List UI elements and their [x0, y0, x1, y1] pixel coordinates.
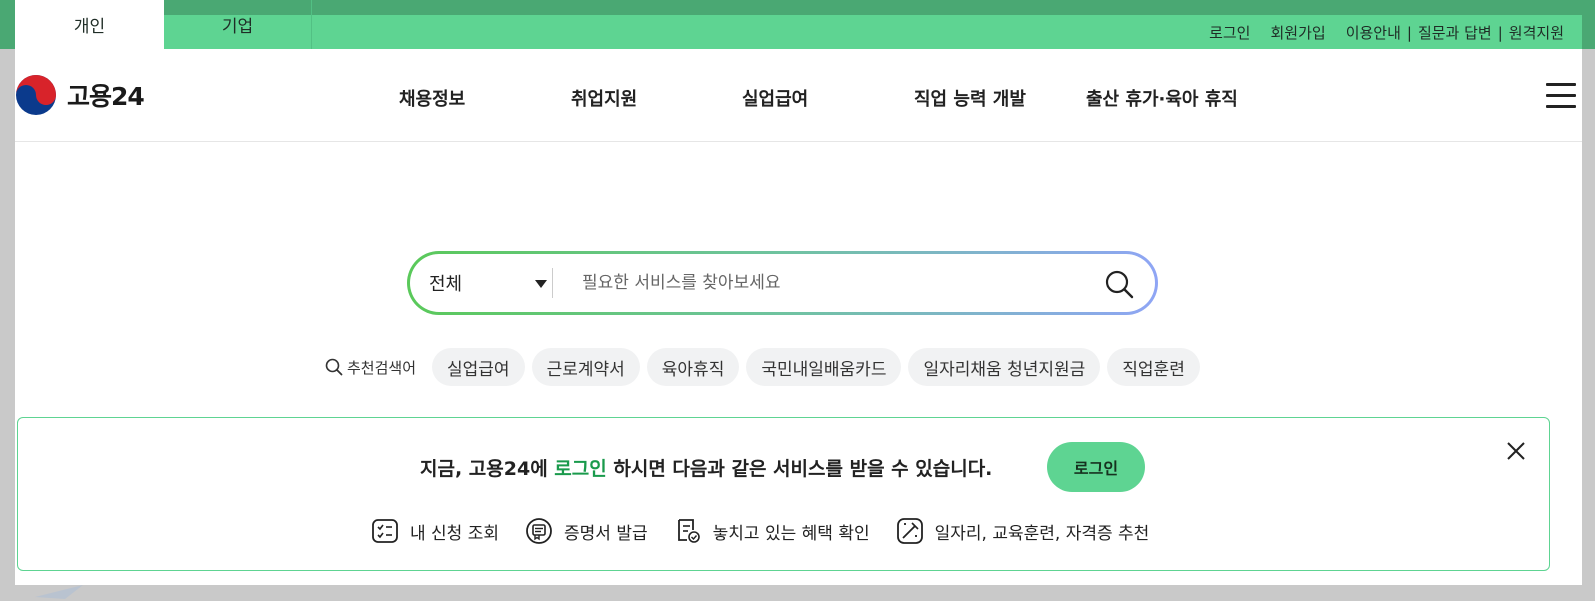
logo-text: 고용24 — [67, 82, 145, 111]
nav-item-unemployment-benefit[interactable]: 실업급여 — [742, 85, 808, 111]
document-check-icon — [677, 519, 700, 543]
utility-links: 로그인 회원가입 이용안내 | 질문과 답변 | 원격지원 — [1189, 15, 1564, 49]
separator: | — [1406, 23, 1412, 42]
nav-item-employment-support[interactable]: 취업지원 — [571, 85, 637, 111]
certificate-icon — [526, 518, 552, 544]
search-scope-value: 전체 — [429, 274, 463, 295]
page: 개인 기업 로그인 회원가입 이용안내 | 질문과 답변 | 원격지원 고용24 채용정… — [15, 0, 1582, 585]
service-list: 내 신청 조회 증명서 발급 놓치고 있는 혜택 확인 일자리, 교육훈련, 자… — [371, 517, 1175, 545]
logo[interactable]: 고용24 — [15, 73, 145, 117]
keyword-chip[interactable]: 육아휴직 — [646, 348, 740, 386]
paper-plane-icon — [35, 585, 83, 599]
service-recommendations[interactable]: 일자리, 교육훈련, 자격증 추천 — [896, 517, 1150, 545]
login-link[interactable]: 로그인 — [1209, 22, 1250, 43]
service-label: 증명서 발급 — [564, 523, 648, 544]
login-banner: 지금, 고용24에 로그인 하시면 다음과 같은 서비스를 받을 수 있습니다.… — [17, 417, 1550, 571]
nav-item-skills-development[interactable]: 직업 능력 개발 — [914, 85, 1026, 111]
service-certificate[interactable]: 증명서 발급 — [525, 517, 648, 545]
help-link-group: 이용안내 | 질문과 답변 | 원격지원 — [1346, 22, 1564, 43]
divider — [552, 268, 553, 298]
hamburger-icon[interactable] — [1546, 83, 1576, 109]
recommended-label: 추천검색어 — [325, 357, 416, 378]
header: 고용24 채용정보 취업지원 실업급여 직업 능력 개발 출산 휴가·육아 휴직 — [15, 49, 1582, 142]
search-small-icon — [325, 358, 343, 376]
nav-item-parental-leave[interactable]: 출산 휴가·육아 휴직 — [1086, 85, 1238, 111]
checklist-icon — [372, 519, 398, 543]
signup-link[interactable]: 회원가입 — [1270, 22, 1325, 43]
banner-message: 지금, 고용24에 로그인 하시면 다음과 같은 서비스를 받을 수 있습니다. — [420, 454, 992, 481]
magic-wand-icon — [896, 518, 923, 544]
nav-item-jobs[interactable]: 채용정보 — [399, 85, 465, 111]
banner-message-suffix: 하시면 다음과 같은 서비스를 받을 수 있습니다. — [606, 458, 993, 480]
close-icon[interactable] — [1505, 440, 1527, 462]
keyword-chip[interactable]: 근로계약서 — [531, 348, 640, 386]
outer-left-band — [0, 15, 15, 49]
service-missed-benefits[interactable]: 놓치고 있는 혜택 확인 — [674, 517, 870, 545]
qna-link[interactable]: 질문과 답변 — [1418, 24, 1492, 42]
banner-login-button[interactable]: 로그인 — [1047, 442, 1145, 492]
keyword-chip[interactable]: 일자리채움 청년지원금 — [908, 348, 1101, 386]
tab-personal[interactable]: 개인 — [15, 0, 164, 49]
banner-message-highlight: 로그인 — [554, 458, 607, 480]
guide-link[interactable]: 이용안내 — [1346, 24, 1401, 42]
recommended-keywords: 추천검색어 실업급여 근로계약서 육아휴직 국민내일배움카드 일자리채움 청년지… — [325, 348, 1207, 386]
keyword-chip[interactable]: 직업훈련 — [1107, 348, 1200, 386]
search-input[interactable] — [582, 268, 1082, 298]
right-overlay-strip — [1582, 0, 1595, 601]
keyword-chip[interactable]: 국민내일배움카드 — [746, 348, 902, 386]
search-scope-select[interactable]: 전체 — [429, 254, 553, 312]
remote-support-link[interactable]: 원격지원 — [1509, 24, 1564, 42]
tab-business[interactable]: 기업 — [164, 0, 312, 49]
taegeuk-emblem-icon — [16, 75, 56, 115]
service-label: 일자리, 교육훈련, 자격증 추천 — [934, 523, 1150, 544]
service-my-applications[interactable]: 내 신청 조회 — [371, 517, 499, 545]
service-label: 내 신청 조회 — [410, 523, 500, 544]
search-icon[interactable] — [1103, 268, 1135, 300]
caret-down-icon — [535, 280, 547, 288]
utility-bar: 개인 기업 로그인 회원가입 이용안내 | 질문과 답변 | 원격지원 — [15, 0, 1582, 49]
search-bar: 전체 — [407, 251, 1158, 315]
separator: | — [1497, 23, 1503, 42]
service-label: 놓치고 있는 혜택 확인 — [712, 523, 870, 544]
keyword-chip[interactable]: 실업급여 — [432, 348, 525, 386]
recommended-label-text: 추천검색어 — [347, 358, 417, 377]
banner-message-prefix: 지금, 고용24에 — [420, 458, 555, 480]
